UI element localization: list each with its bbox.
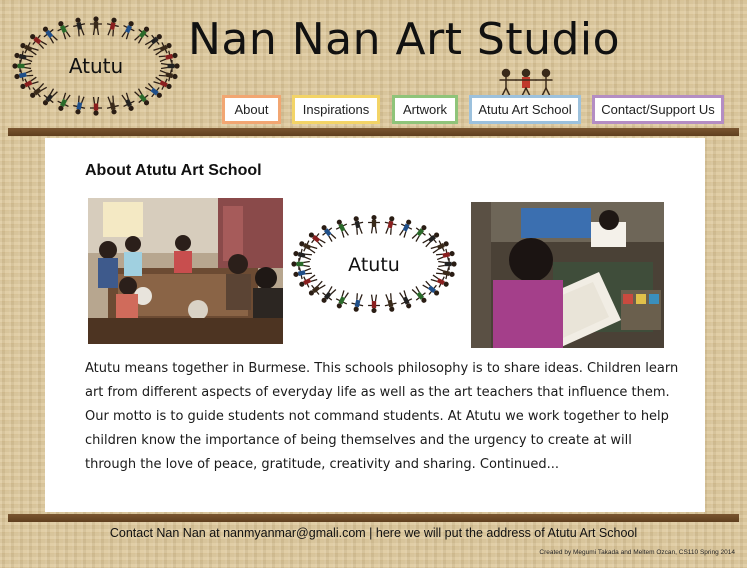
classroom-photo xyxy=(88,198,283,344)
footer-divider xyxy=(8,514,739,522)
header-divider xyxy=(8,128,739,136)
child-painting-photo xyxy=(471,202,664,348)
logo-text: Atutu xyxy=(348,254,400,276)
atutu-logo: Atutu xyxy=(291,212,457,316)
page-title: About Atutu Art School xyxy=(85,162,262,179)
header: Atutu Nan Nan Art Studio About Inspirati… xyxy=(0,0,747,128)
page: Atutu Nan Nan Art Studio About Inspirati… xyxy=(0,0,747,568)
site-logo[interactable]: Atutu xyxy=(12,16,180,116)
nav-artwork[interactable]: Artwork xyxy=(392,95,458,124)
logo-text: Atutu xyxy=(68,54,124,78)
nav-inspirations[interactable]: Inspirations xyxy=(292,95,380,124)
site-title: Nan Nan Art Studio xyxy=(188,14,621,65)
footer-credit: Created by Megumi Takada and Meltem Ozca… xyxy=(539,549,735,556)
main-content: About Atutu Art School Atutu Atutu means… xyxy=(45,138,705,512)
about-paragraph: Atutu means together in Burmese. This sc… xyxy=(85,361,679,472)
nav-atutu-art-school[interactable]: Atutu Art School xyxy=(469,95,581,124)
children-figures-icon xyxy=(499,68,553,97)
footer-contact: Contact Nan Nan at nanmyanmar@gmali.com … xyxy=(109,526,638,540)
nav-about[interactable]: About xyxy=(222,95,281,124)
nav-contact-support[interactable]: Contact/Support Us xyxy=(592,95,724,124)
